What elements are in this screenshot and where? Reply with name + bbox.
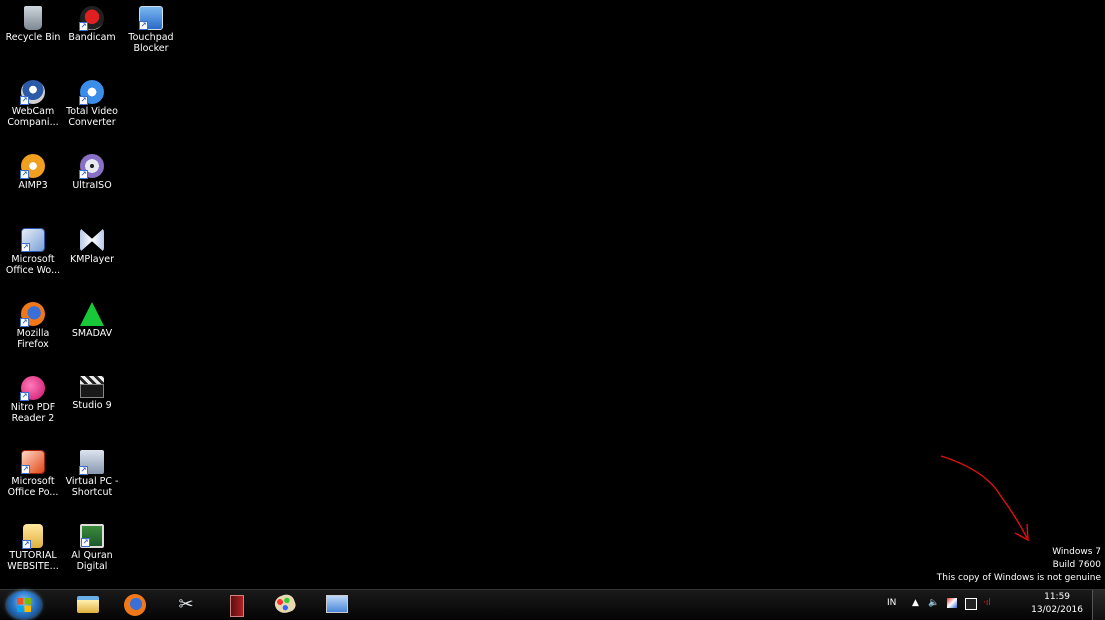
kmplayer-icon (80, 228, 104, 252)
book-icon (230, 595, 244, 617)
icon-label: Microsoft Office Wo... (5, 254, 61, 276)
virtual-pc-shortcut[interactable]: ↗ Virtual PC - Shortcut (62, 444, 122, 498)
watermark-os: Windows 7 (1052, 547, 1101, 557)
icon-label: TUTORIAL WEBSITE... (7, 550, 59, 572)
icon-label: Virtual PC - Shortcut (65, 476, 119, 498)
clapperboard-body-icon (80, 384, 104, 398)
desktop[interactable]: Recycle Bin ↗ WebCam Compani... ↗ AIMP3 … (0, 0, 1105, 589)
microsoft-word-shortcut[interactable]: ↗ Microsoft Office Wo... (3, 222, 63, 276)
word-icon: ↗ (21, 228, 45, 252)
firefox-icon: ↗ (20, 302, 45, 327)
taskbar-explorer[interactable] (75, 593, 101, 617)
annotation-arrow (940, 455, 1029, 542)
taskbar-snipping-tool[interactable]: ✂ (173, 593, 199, 617)
icon-label: KMPlayer (70, 254, 114, 265)
watermark-build: Build 7600 (1052, 560, 1101, 570)
smadav-shortcut[interactable]: SMADAV (62, 296, 122, 339)
taskbar-remote-desktop[interactable] (324, 593, 350, 617)
mozilla-firefox-shortcut[interactable]: ↗ Mozilla Firefox (3, 296, 63, 350)
icon-label: Mozilla Firefox (16, 328, 50, 350)
ultraiso-shortcut[interactable]: ↗ UltraISO (62, 148, 122, 191)
total-video-converter-shortcut[interactable]: ↗ Total Video Converter (62, 74, 122, 128)
taskbar: ✂ IN ▲ 🔈 ·ıl 11:59 13/02/2016 (0, 589, 1105, 620)
virtual-pc-icon: ↗ (79, 450, 104, 475)
taskbar-firefox[interactable] (122, 593, 148, 617)
show-desktop-button[interactable] (1092, 590, 1105, 620)
icon-label: Studio 9 (72, 400, 112, 411)
icon-label: Bandicam (68, 32, 116, 43)
icon-label: AIMP3 (18, 180, 48, 191)
total-video-converter-icon: ↗ (79, 80, 104, 105)
studio-9-shortcut[interactable]: Studio 9 (62, 370, 122, 411)
system-tray: IN ▲ 🔈 ·ıl 11:59 13/02/2016 (885, 590, 1105, 620)
folder-icon: ↗ (22, 524, 43, 549)
bandicam-icon: ↗ (79, 6, 104, 31)
icon-label: Recycle Bin (5, 32, 61, 43)
icon-label: Nitro PDF Reader 2 (10, 402, 56, 424)
tutorial-website-shortcut[interactable]: ↗ TUTORIAL WEBSITE... (3, 518, 63, 572)
icon-label: UltraISO (72, 180, 112, 191)
clock[interactable]: 11:59 13/02/2016 (1031, 591, 1083, 617)
aimp3-shortcut[interactable]: ↗ AIMP3 (3, 148, 63, 191)
kmplayer-shortcut[interactable]: KMPlayer (62, 222, 122, 265)
start-button[interactable] (7, 591, 41, 619)
recycle-bin-shortcut[interactable]: Recycle Bin (3, 0, 63, 43)
smadav-icon (80, 302, 104, 326)
folder-icon (77, 596, 99, 613)
nitro-pdf-icon: ↗ (20, 376, 45, 401)
recycle-bin-icon (24, 6, 42, 30)
firefox-icon (124, 594, 146, 616)
icon-label: Total Video Converter (66, 106, 118, 128)
clock-time: 11:59 (1044, 592, 1071, 602)
icon-label: SMADAV (71, 328, 113, 339)
taskbar-book-app[interactable] (224, 593, 250, 617)
windows-watermark: Windows 7 Build 7600 This copy of Window… (937, 546, 1101, 585)
watermark-genuine-notice: This copy of Windows is not genuine (936, 573, 1101, 583)
volume-icon[interactable]: 🔈 (928, 598, 939, 608)
show-hidden-icons-icon[interactable]: ▲ (912, 598, 919, 608)
clock-date: 13/02/2016 (1031, 605, 1083, 615)
touchpad-blocker-shortcut[interactable]: ↗ Touchpad Blocker (121, 0, 181, 54)
action-center-flag-icon[interactable] (947, 598, 957, 608)
network-disconnected-icon[interactable]: ·ıl (983, 598, 991, 608)
bandicam-shortcut[interactable]: ↗ Bandicam (62, 0, 122, 43)
windows-logo-icon (17, 598, 31, 612)
icon-label: Touchpad Blocker (128, 32, 174, 54)
al-quran-digital-shortcut[interactable]: ↗ Al Quran Digital (62, 518, 122, 572)
powerpoint-icon: ↗ (21, 450, 45, 474)
scissors-icon: ✂ (178, 594, 194, 615)
power-plug-icon[interactable] (965, 598, 977, 610)
icon-label: Al Quran Digital (71, 550, 113, 572)
microsoft-powerpoint-shortcut[interactable]: ↗ Microsoft Office Po... (3, 444, 63, 498)
paint-palette-icon (272, 592, 298, 616)
monitor-icon (326, 595, 348, 613)
aimp3-icon: ↗ (20, 154, 45, 179)
webcam-icon: ↗ (20, 80, 45, 105)
ultraiso-disc-icon: ↗ (79, 154, 104, 179)
icon-label: WebCam Compani... (7, 106, 59, 128)
nitro-pdf-shortcut[interactable]: ↗ Nitro PDF Reader 2 (3, 370, 63, 424)
icon-label: Microsoft Office Po... (7, 476, 59, 498)
webcam-companion-shortcut[interactable]: ↗ WebCam Compani... (3, 74, 63, 128)
taskbar-paint[interactable] (272, 592, 298, 617)
clapperboard-icon (80, 376, 104, 384)
language-indicator[interactable]: IN (887, 598, 896, 608)
al-quran-icon: ↗ (80, 524, 104, 548)
touchpad-blocker-icon: ↗ (139, 6, 163, 30)
